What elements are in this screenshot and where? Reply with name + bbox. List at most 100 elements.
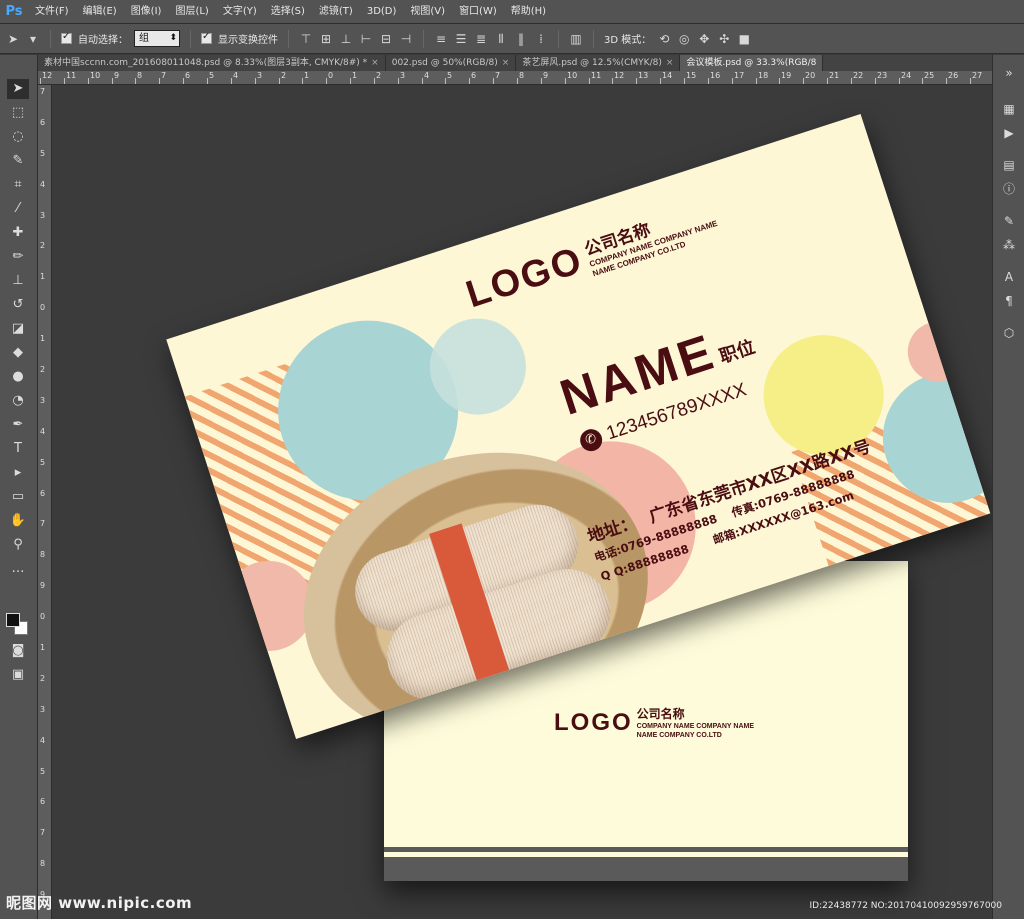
distribute-bottom-icon[interactable]: ≣ bbox=[474, 32, 488, 46]
distribute-left-icon[interactable]: ⫴ bbox=[494, 32, 508, 46]
tab-document-1[interactable]: 素材中国sccnn.com_201608011048.psd @ 8.33%(图… bbox=[38, 55, 386, 71]
foreground-color-swatch[interactable] bbox=[6, 613, 20, 627]
marquee-tool-icon[interactable]: ⬚ bbox=[7, 103, 29, 123]
menu-layer[interactable]: 图层(L) bbox=[168, 0, 215, 24]
menu-select[interactable]: 选择(S) bbox=[264, 0, 312, 24]
align-top-icon[interactable]: ⊤ bbox=[299, 32, 313, 46]
brush-presets-icon[interactable]: ⁂ bbox=[999, 235, 1019, 255]
close-icon[interactable]: × bbox=[502, 58, 510, 68]
zoom-tool-icon[interactable]: ⚲ bbox=[7, 535, 29, 555]
photoshop-window: Ps 文件(F) 编辑(E) 图像(I) 图层(L) 文字(Y) 选择(S) 滤… bbox=[0, 0, 1024, 919]
pen-tool-icon[interactable]: ✒ bbox=[7, 415, 29, 435]
ruler-tick bbox=[636, 78, 637, 84]
lasso-tool-icon[interactable]: ◌ bbox=[7, 127, 29, 147]
hand-tool-icon[interactable]: ✋ bbox=[7, 511, 29, 531]
type-tool-icon[interactable]: T bbox=[7, 439, 29, 459]
ruler-tick bbox=[946, 78, 947, 84]
align-right-icon[interactable]: ⊣ bbox=[399, 32, 413, 46]
crop-tool-icon[interactable]: ⌗ bbox=[7, 175, 29, 195]
brush-panel-icon[interactable]: ✎ bbox=[999, 211, 1019, 231]
paint-bucket-tool-icon[interactable]: ◆ bbox=[7, 343, 29, 363]
actions-panel-icon[interactable]: ▶ bbox=[999, 123, 1019, 143]
ruler-label: 6 bbox=[185, 71, 191, 80]
align-left-icon[interactable]: ⊢ bbox=[359, 32, 373, 46]
3d-roll-icon[interactable]: ◎ bbox=[677, 32, 691, 46]
quick-mask-icon[interactable]: ◙ bbox=[7, 641, 29, 661]
ruler-label: 4 bbox=[233, 71, 239, 80]
menu-type[interactable]: 文字(Y) bbox=[216, 0, 264, 24]
move-tool-icon[interactable]: ➤ bbox=[7, 79, 29, 99]
ruler-tick bbox=[88, 78, 89, 84]
vertical-ruler[interactable]: 765432101234567890123456789 bbox=[38, 85, 52, 919]
close-icon[interactable]: × bbox=[371, 58, 379, 68]
menu-view[interactable]: 视图(V) bbox=[403, 0, 452, 24]
back-company-info: 公司名称 COMPANY NAME COMPANY NAME NAME COMP… bbox=[637, 705, 754, 740]
menu-image[interactable]: 图像(I) bbox=[124, 0, 169, 24]
3d-pan-icon[interactable]: ✥ bbox=[697, 32, 711, 46]
tab-document-2[interactable]: 002.psd @ 50%(RGB/8) × bbox=[385, 55, 517, 71]
character-panel-icon[interactable]: A bbox=[999, 267, 1019, 287]
quick-select-tool-icon[interactable]: ✎ bbox=[7, 151, 29, 171]
align-bottom-icon[interactable]: ⊥ bbox=[339, 32, 353, 46]
eyedropper-tool-icon[interactable]: ⁄ bbox=[7, 199, 29, 219]
align-vcenter-icon[interactable]: ⊞ bbox=[319, 32, 333, 46]
ruler-label: 16 bbox=[710, 71, 721, 80]
shape-tool-icon[interactable]: ▭ bbox=[7, 487, 29, 507]
properties-panel-icon[interactable]: ▤ bbox=[999, 155, 1019, 175]
eraser-tool-icon[interactable]: ◪ bbox=[7, 319, 29, 339]
show-transform-checkbox[interactable] bbox=[201, 31, 212, 44]
auto-align-icon[interactable]: ▥ bbox=[569, 32, 583, 46]
document-canvas[interactable]: LOGO 公司名称 COMPANY NAME COMPANY NAME NAME… bbox=[52, 85, 992, 919]
distribute-hcenter-icon[interactable]: ‖ bbox=[514, 32, 528, 46]
ruler-label: 13 bbox=[638, 71, 649, 80]
ruler-label: 15 bbox=[686, 71, 697, 80]
more-tools-icon[interactable]: … bbox=[7, 559, 29, 579]
3d-slide-icon[interactable]: ✣ bbox=[717, 32, 731, 46]
menu-window[interactable]: 窗口(W) bbox=[452, 0, 504, 24]
3d-rotate-icon[interactable]: ⟲ bbox=[657, 32, 671, 46]
collapse-panels-icon[interactable]: » bbox=[999, 63, 1019, 83]
close-icon[interactable]: × bbox=[666, 58, 674, 68]
ruler-label: 27 bbox=[972, 71, 983, 80]
dodge-tool-icon[interactable]: ◔ bbox=[7, 391, 29, 411]
tab-document-4[interactable]: 会议模板.psd @ 33.3%(RGB/8 bbox=[680, 55, 824, 71]
align-hcenter-icon[interactable]: ⊟ bbox=[379, 32, 393, 46]
menu-help[interactable]: 帮助(H) bbox=[504, 0, 553, 24]
horizontal-ruler[interactable]: 12 11 10 9 8 7 6 5 4 3 2 1 0 1 2 3 4 5 6 7 8 9 10 11 12 13 14 15 16 1… bbox=[38, 71, 992, 85]
brush-tool-icon[interactable]: ✏ bbox=[7, 247, 29, 267]
history-brush-tool-icon[interactable]: ↺ bbox=[7, 295, 29, 315]
ruler-tick bbox=[732, 78, 733, 84]
ruler-label: 11 bbox=[66, 71, 77, 80]
menu-file[interactable]: 文件(F) bbox=[28, 0, 76, 24]
blur-tool-icon[interactable]: ● bbox=[7, 367, 29, 387]
paragraph-panel-icon[interactable]: ¶ bbox=[999, 291, 1019, 311]
tab-label: 002.psd @ 50%(RGB/8) bbox=[391, 58, 498, 68]
distribute-right-icon[interactable]: ⁞ bbox=[534, 32, 548, 46]
ruler-label: 12 bbox=[42, 71, 53, 80]
path-select-tool-icon[interactable]: ▸ bbox=[7, 463, 29, 483]
3d-panel-icon[interactable]: ⬡ bbox=[999, 323, 1019, 343]
menu-3d[interactable]: 3D(D) bbox=[360, 0, 404, 24]
ruler-label: 1 bbox=[40, 272, 46, 281]
history-panel-icon[interactable]: ▦ bbox=[999, 99, 1019, 119]
panels-dock: » ▦ ▶ ▤ ⓘ ✎ ⁂ A ¶ ⬡ bbox=[992, 55, 1024, 919]
healing-brush-tool-icon[interactable]: ✚ bbox=[7, 223, 29, 243]
distribute-vcenter-icon[interactable]: ☰ bbox=[454, 32, 468, 46]
ruler-tick bbox=[708, 78, 709, 84]
ruler-label: 3 bbox=[400, 71, 406, 80]
ruler-tick bbox=[875, 78, 876, 84]
clone-stamp-tool-icon[interactable]: ⊥ bbox=[7, 271, 29, 291]
distribute-top-icon[interactable]: ≡ bbox=[434, 32, 448, 46]
ruler-label: 6 bbox=[40, 489, 46, 498]
tab-document-3[interactable]: 茶艺屏风.psd @ 12.5%(CMYK/8) × bbox=[516, 55, 681, 71]
menu-edit[interactable]: 编辑(E) bbox=[76, 0, 124, 24]
3d-scale-icon[interactable]: ■ bbox=[737, 32, 751, 46]
move-tool-icon[interactable]: ➤ bbox=[6, 32, 20, 46]
menu-filter[interactable]: 滤镜(T) bbox=[312, 0, 360, 24]
auto-select-checkbox[interactable] bbox=[61, 31, 72, 44]
ruler-label: 8 bbox=[40, 550, 46, 559]
screen-mode-icon[interactable]: ▣ bbox=[7, 665, 29, 685]
info-panel-icon[interactable]: ⓘ bbox=[999, 179, 1019, 199]
tool-preset-dropdown-icon[interactable]: ▾ bbox=[26, 32, 40, 46]
auto-select-dropdown[interactable]: 组 bbox=[134, 30, 180, 47]
